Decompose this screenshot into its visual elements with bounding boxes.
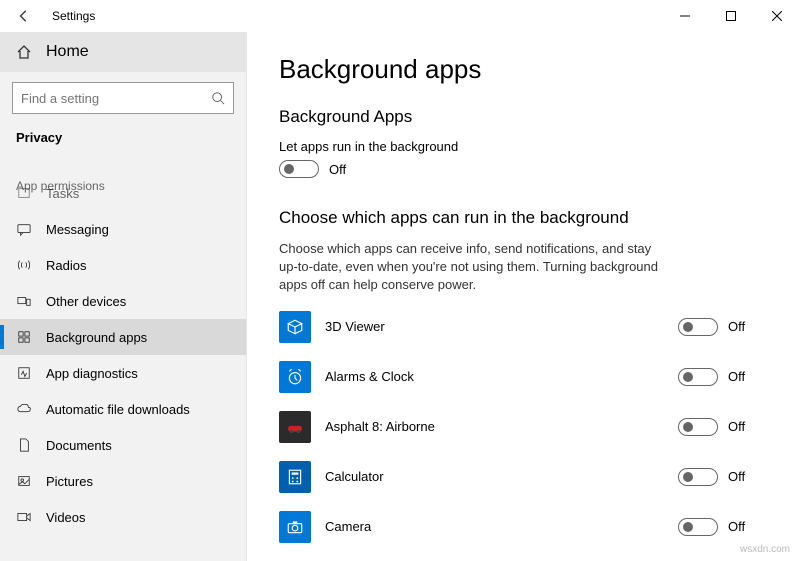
nav-label: Messaging xyxy=(46,222,109,237)
app-name: Calculator xyxy=(325,469,678,484)
sidebar-item-radios[interactable]: Radios xyxy=(0,247,246,283)
app-toggle-state: Off xyxy=(728,319,745,334)
master-toggle-state: Off xyxy=(329,162,346,177)
sidebar-item-app-diagnostics[interactable]: App diagnostics xyxy=(0,355,246,391)
app-name: Asphalt 8: Airborne xyxy=(325,419,678,434)
background-apps-icon xyxy=(16,330,32,344)
section-title-2: Choose which apps can run in the backgro… xyxy=(279,208,768,228)
cloud-icon xyxy=(16,402,32,416)
window-title: Settings xyxy=(52,9,95,23)
sidebar-item-background-apps[interactable]: Background apps xyxy=(0,319,246,355)
search-input[interactable] xyxy=(21,91,211,106)
pictures-icon xyxy=(16,474,32,488)
sidebar-item-file-downloads[interactable]: Automatic file downloads xyxy=(0,391,246,427)
app-row: Asphalt 8: Airborne Off xyxy=(279,409,768,445)
app-name: 3D Viewer xyxy=(325,319,678,334)
app-name: Camera xyxy=(325,519,678,534)
home-label: Home xyxy=(46,43,89,61)
sidebar-item-documents[interactable]: Documents xyxy=(0,427,246,463)
sidebar-item-other-devices[interactable]: Other devices xyxy=(0,283,246,319)
other-devices-icon xyxy=(16,294,32,308)
app-toggle[interactable] xyxy=(678,368,718,386)
videos-icon xyxy=(16,510,32,524)
app-icon xyxy=(279,311,311,343)
nav-label: Documents xyxy=(46,438,112,453)
search-icon xyxy=(211,91,225,105)
messaging-icon xyxy=(16,222,32,236)
master-toggle[interactable] xyxy=(279,160,319,178)
app-icon xyxy=(279,511,311,543)
radios-icon xyxy=(16,258,32,272)
nav-label: Background apps xyxy=(46,330,147,345)
close-icon xyxy=(772,11,782,21)
app-icon xyxy=(279,411,311,443)
app-toggle[interactable] xyxy=(678,468,718,486)
documents-icon xyxy=(16,438,32,452)
nav-label: Other devices xyxy=(46,294,126,309)
nav-label: App diagnostics xyxy=(46,366,138,381)
search-box[interactable] xyxy=(12,82,234,114)
back-button[interactable] xyxy=(8,0,40,32)
app-icon xyxy=(279,361,311,393)
app-toggle-state: Off xyxy=(728,369,745,384)
home-icon xyxy=(16,44,32,60)
minimize-button[interactable] xyxy=(662,0,708,32)
close-button[interactable] xyxy=(754,0,800,32)
app-row: Calculator Off xyxy=(279,459,768,495)
section-title: Background Apps xyxy=(279,107,768,127)
app-row: 3D Viewer Off xyxy=(279,309,768,345)
sidebar-item-tasks[interactable]: Tasks xyxy=(0,175,246,211)
tasks-icon xyxy=(16,186,32,200)
content-area: Background apps Background Apps Let apps… xyxy=(247,32,800,561)
app-toggle[interactable] xyxy=(678,418,718,436)
watermark: wsxdn.com xyxy=(740,544,790,555)
nav-label: Videos xyxy=(46,510,86,525)
maximize-icon xyxy=(726,11,736,21)
section-description: Choose which apps can receive info, send… xyxy=(279,240,659,295)
app-toggle[interactable] xyxy=(678,318,718,336)
app-toggle-state: Off xyxy=(728,519,745,534)
app-row: Camera Off xyxy=(279,509,768,545)
app-toggle[interactable] xyxy=(678,518,718,536)
nav-label: Automatic file downloads xyxy=(46,402,190,417)
page-heading: Background apps xyxy=(279,54,768,85)
maximize-button[interactable] xyxy=(708,0,754,32)
nav-label: Pictures xyxy=(46,474,93,489)
app-row: Alarms & Clock Off xyxy=(279,359,768,395)
master-toggle-label: Let apps run in the background xyxy=(279,139,768,154)
nav-label: Tasks xyxy=(46,186,79,201)
app-toggle-state: Off xyxy=(728,419,745,434)
app-toggle-state: Off xyxy=(728,469,745,484)
app-icon xyxy=(279,461,311,493)
minimize-icon xyxy=(680,11,690,21)
app-diagnostics-icon xyxy=(16,366,32,380)
nav-label: Radios xyxy=(46,258,86,273)
arrow-left-icon xyxy=(17,9,31,23)
home-button[interactable]: Home xyxy=(0,32,246,72)
sidebar: Home Privacy App permissions Tasks Messa… xyxy=(0,32,247,561)
app-name: Alarms & Clock xyxy=(325,369,678,384)
sidebar-item-messaging[interactable]: Messaging xyxy=(0,211,246,247)
sidebar-item-pictures[interactable]: Pictures xyxy=(0,463,246,499)
sidebar-item-videos[interactable]: Videos xyxy=(0,499,246,535)
category-label: Privacy xyxy=(0,122,246,161)
